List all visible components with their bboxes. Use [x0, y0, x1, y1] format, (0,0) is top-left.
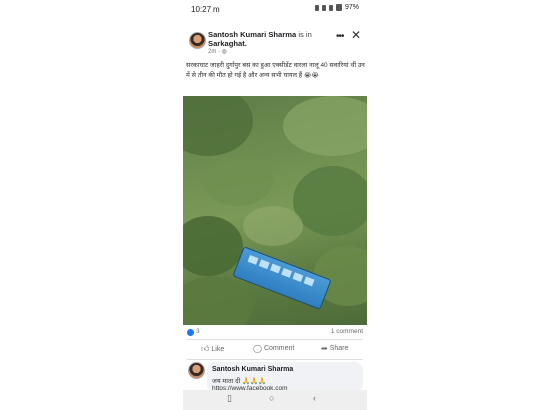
- recent-apps-icon[interactable]: ▯: [227, 393, 232, 404]
- bus-window: [281, 267, 293, 278]
- like-button[interactable]: 👍︎ Like: [201, 344, 224, 354]
- author-suffix: is in: [298, 30, 312, 39]
- status-bar: 10:27 m 97%: [183, 0, 367, 20]
- bus-window: [258, 259, 270, 270]
- battery-icon: [335, 4, 342, 11]
- thumbs-up-icon: 👍︎: [201, 344, 210, 353]
- commenter-avatar[interactable]: [188, 362, 205, 379]
- vegetation-patch: [183, 96, 253, 156]
- signal-icon: [328, 4, 333, 11]
- status-indicator: m: [213, 5, 220, 14]
- vegetation-patch: [243, 206, 303, 246]
- vegetation-patch: [183, 276, 253, 325]
- comment-author[interactable]: Santosh Kumari Sharma: [212, 366, 293, 373]
- back-icon[interactable]: ‹: [313, 393, 316, 403]
- post-meta: 2m · ◍: [208, 48, 227, 55]
- bus-window: [303, 276, 315, 287]
- post-time: 2m ·: [208, 49, 222, 55]
- author-avatar[interactable]: [189, 32, 206, 49]
- share-button[interactable]: ➦ Share: [321, 344, 348, 353]
- bus-window: [270, 263, 281, 274]
- battery-percent: 97%: [344, 4, 359, 11]
- author-line: Santosh Kumari Sharma is in Sarkaghat.: [208, 30, 338, 48]
- navigation-bar: ▯ ○ ‹: [183, 390, 367, 410]
- home-icon[interactable]: ○: [269, 393, 274, 403]
- place-name[interactable]: Sarkaghat.: [208, 39, 247, 48]
- author-name[interactable]: Santosh Kumari Sharma: [208, 30, 296, 39]
- status-icons: 97%: [314, 4, 359, 11]
- post-text: सरकाघाट जाहरी दुर्गापुर बस का हुआ एक्सीड…: [186, 62, 365, 79]
- vegetation-patch: [283, 96, 367, 156]
- like-count[interactable]: 3: [196, 328, 200, 335]
- bus-window: [247, 255, 259, 265]
- post-photo[interactable]: [183, 96, 367, 325]
- share-label: Share: [329, 345, 349, 352]
- comment-count[interactable]: 1 comment: [331, 328, 363, 335]
- vegetation-patch: [183, 216, 243, 276]
- bus-window: [292, 272, 304, 283]
- divider: [187, 359, 363, 360]
- action-bar: 👍︎ Like ◯ Comment ➦ Share: [183, 340, 367, 358]
- vegetation-patch: [293, 166, 367, 236]
- comment-text: जय माता दी 🙏🙏🙏: [212, 378, 267, 385]
- comment-button[interactable]: ◯ Comment: [253, 344, 294, 353]
- comment-label: Comment: [263, 345, 295, 352]
- alarm-icon: [314, 4, 319, 11]
- share-icon: ➦: [321, 344, 328, 353]
- like-label: Like: [211, 345, 225, 353]
- status-time: 10:27: [191, 5, 212, 14]
- reactions-row: 3 1 comment: [183, 327, 367, 339]
- wifi-icon: [321, 4, 326, 11]
- like-reaction-icon: [187, 329, 194, 336]
- vegetation-patch: [203, 156, 273, 206]
- more-icon[interactable]: •••: [336, 31, 344, 42]
- globe-icon: ◍: [221, 49, 227, 55]
- comment-icon: ◯: [253, 344, 262, 353]
- close-icon[interactable]: ✕: [351, 28, 361, 42]
- post-header: Santosh Kumari Sharma is in Sarkaghat. 2…: [183, 28, 367, 58]
- phone-screen: 10:27 m 97% Santosh Kumari Sharma is in …: [183, 0, 367, 410]
